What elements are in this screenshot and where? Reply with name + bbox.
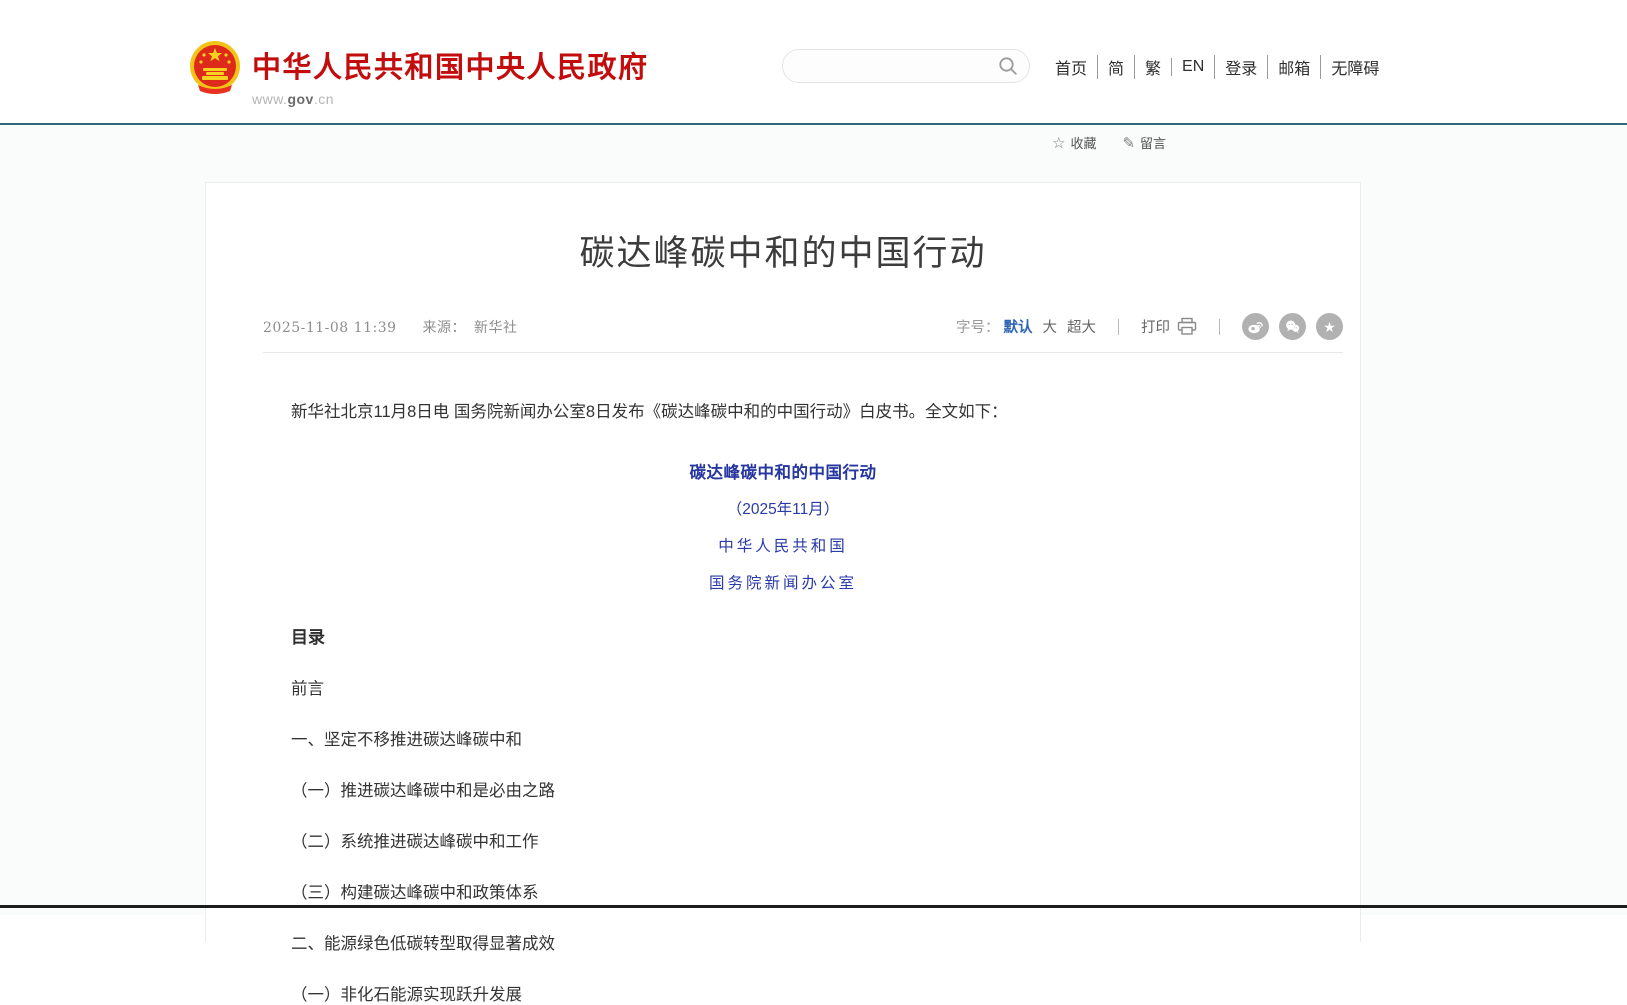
toc-item-section1-1: （一）推进碳达峰碳中和是必由之路 (291, 777, 1275, 801)
font-size-large-button[interactable]: 大 (1043, 316, 1058, 337)
intro-paragraph: 新华社北京11月8日电 国务院新闻办公室8日发布《碳达峰碳中和的中国行动》白皮书… (291, 399, 1275, 425)
article-container: 碳达峰碳中和的中国行动 2025-11-08 11:39 来源： 新华社 字号： 默… (205, 182, 1361, 942)
publish-date: 2025-11-08 11:39 (263, 320, 397, 336)
page-background: ☆ 收藏 ✎ 留言 碳达峰碳中和的中国行动 2025-11-08 11:39 来源… (0, 125, 1627, 915)
whitepaper-org-line2: 国务院新闻办公室 (291, 571, 1275, 593)
source-value[interactable]: 新华社 (474, 320, 518, 336)
nav-item-login[interactable]: 登录 (1214, 55, 1267, 79)
pencil-icon: ✎ (1122, 134, 1135, 152)
national-emblem-logo (188, 38, 242, 96)
article-meta-row: 2025-11-08 11:39 来源： 新华社 字号： 默认 大 超大 打印 (263, 313, 1343, 340)
meta-divider-line (263, 352, 1343, 353)
nav-item-english[interactable]: EN (1171, 58, 1214, 76)
article-title: 碳达峰碳中和的中国行动 (206, 225, 1360, 276)
printer-icon (1177, 317, 1197, 336)
whitepaper-date: （2025年11月） (291, 497, 1275, 519)
share-icons: ★ (1242, 313, 1343, 340)
nav-item-simplified[interactable]: 简 (1097, 55, 1134, 79)
message-button[interactable]: ✎ 留言 (1122, 133, 1166, 152)
site-title: 中华人民共和国中央人民政府 (252, 44, 649, 86)
nav-item-accessibility[interactable]: 无障碍 (1320, 55, 1389, 79)
toc-item-preface: 前言 (291, 675, 1275, 699)
toc-item-section1-3: （三）构建碳达峰碳中和政策体系 (291, 879, 1275, 903)
toolbar-divider (1219, 319, 1220, 335)
nav-item-traditional[interactable]: 繁 (1134, 55, 1171, 79)
wechat-share-icon[interactable] (1279, 313, 1306, 340)
font-size-default-button[interactable]: 默认 (1004, 316, 1033, 337)
whitepaper-org-line1: 中华人民共和国 (291, 534, 1275, 556)
toolbar-divider (1118, 319, 1119, 335)
weibo-share-icon[interactable] (1242, 313, 1269, 340)
print-label: 打印 (1141, 316, 1170, 337)
print-button[interactable]: 打印 (1141, 316, 1197, 337)
quick-actions: ☆ 收藏 ✎ 留言 (1052, 133, 1166, 152)
favorite-label: 收藏 (1070, 133, 1096, 152)
nav-item-home[interactable]: 首页 (1045, 55, 1097, 79)
favorite-button[interactable]: ☆ 收藏 (1052, 133, 1096, 152)
toc-item-section1: 一、坚定不移推进碳达峰碳中和 (291, 726, 1275, 750)
toc-item-section2-1: （一）非化石能源实现跃升发展 (291, 981, 1275, 1005)
source-label: 来源： (423, 320, 467, 336)
toc-heading: 目录 (291, 623, 1275, 648)
site-header: 中华人民共和国中央人民政府 www.gov.cn 首页 简 繁 EN 登录 邮箱… (0, 0, 1627, 123)
article-toolbar: 字号： 默认 大 超大 打印 (956, 313, 1343, 340)
screenshot-bottom-edge (0, 905, 1627, 908)
article-body: 新华社北京11月8日电 国务院新闻办公室8日发布《碳达峰碳中和的中国行动》白皮书… (206, 399, 1360, 1005)
site-url: www.gov.cn (252, 91, 649, 107)
url-gov: gov (287, 91, 313, 107)
search-icon[interactable] (997, 55, 1019, 77)
brand-block: 中华人民共和国中央人民政府 www.gov.cn (252, 44, 649, 107)
top-nav: 首页 简 繁 EN 登录 邮箱 无障碍 (1045, 55, 1389, 79)
star-share-icon[interactable]: ★ (1316, 313, 1343, 340)
nav-item-mail[interactable]: 邮箱 (1267, 55, 1320, 79)
url-cn: .cn (314, 91, 334, 107)
toc-item-section1-2: （二）系统推进碳达峰碳中和工作 (291, 828, 1275, 852)
whitepaper-title: 碳达峰碳中和的中国行动 (291, 459, 1275, 483)
font-size-xlarge-button[interactable]: 超大 (1067, 316, 1096, 337)
article-meta: 2025-11-08 11:39 来源： 新华社 (263, 317, 518, 337)
search-input[interactable] (797, 50, 992, 82)
toc-item-section2: 二、能源绿色低碳转型取得显著成效 (291, 930, 1275, 954)
star-outline-icon: ☆ (1052, 134, 1065, 152)
message-label: 留言 (1140, 133, 1166, 152)
url-www: www. (252, 91, 287, 107)
search-box[interactable] (782, 49, 1030, 83)
font-size-label: 字号： (956, 316, 1000, 337)
